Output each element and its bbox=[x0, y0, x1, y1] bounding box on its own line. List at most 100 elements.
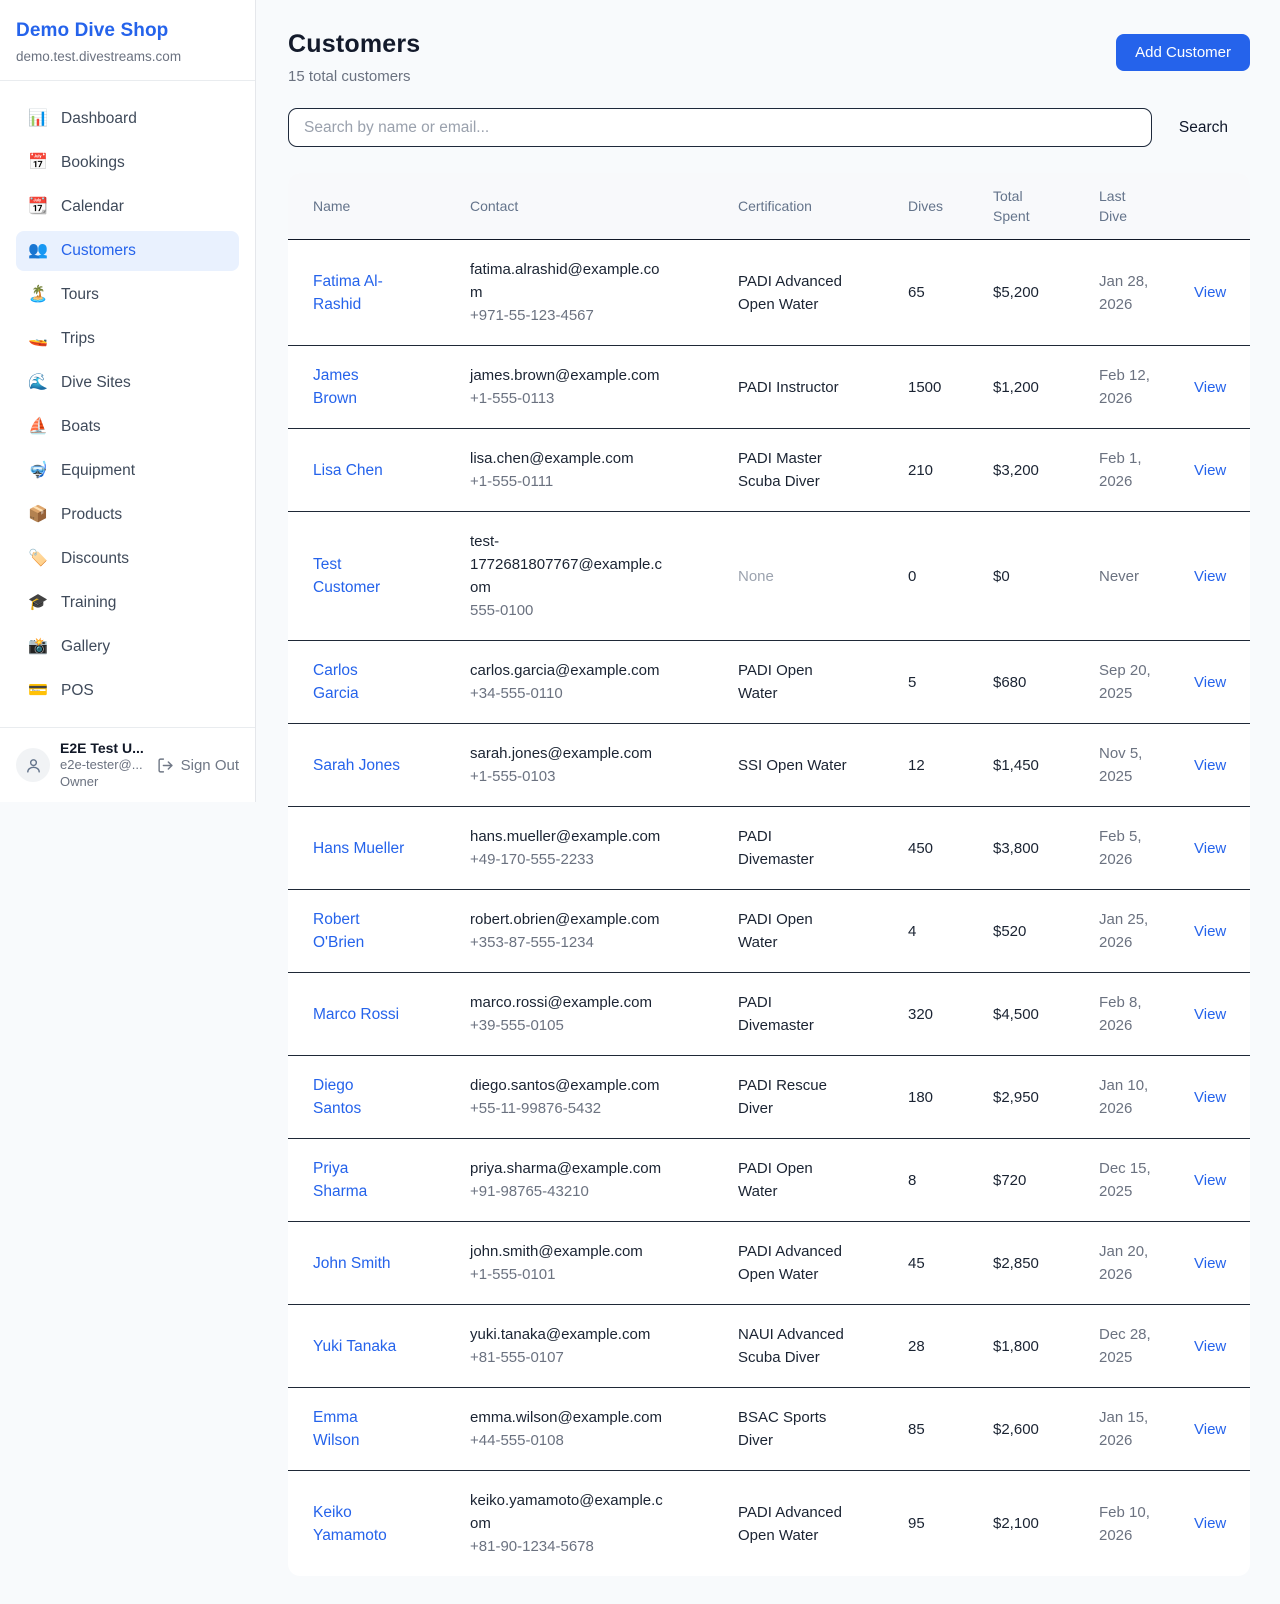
view-link[interactable]: View bbox=[1194, 1089, 1226, 1106]
sidebar-item-discounts[interactable]: 🏷️ Discounts bbox=[16, 539, 239, 579]
view-link[interactable]: View bbox=[1194, 757, 1226, 774]
customer-last-dive: Jan 28, 2026 bbox=[1099, 270, 1163, 316]
customer-phone: +44-555-0108 bbox=[470, 1429, 714, 1452]
sidebar-item-gallery[interactable]: 📸 Gallery bbox=[16, 627, 239, 667]
shop-name: Demo Dive Shop bbox=[16, 20, 239, 42]
sidebar-item-products[interactable]: 📦 Products bbox=[16, 495, 239, 535]
customer-name-link[interactable]: Diego Santos bbox=[313, 1074, 405, 1120]
customer-last-dive: Jan 10, 2026 bbox=[1099, 1074, 1163, 1120]
table-header-row: NameContactCertificationDivesTotal Spent… bbox=[288, 173, 1250, 240]
view-link[interactable]: View bbox=[1194, 568, 1226, 585]
customer-name-link[interactable]: Test Customer bbox=[313, 553, 405, 599]
bookings-icon: 📅 bbox=[28, 153, 48, 173]
view-link[interactable]: View bbox=[1194, 379, 1226, 396]
search-input[interactable] bbox=[288, 108, 1152, 147]
customer-name-link[interactable]: James Brown bbox=[313, 364, 405, 410]
customer-phone: +81-555-0107 bbox=[470, 1346, 714, 1369]
view-link[interactable]: View bbox=[1194, 284, 1226, 301]
customer-certification: PADI Open Water bbox=[738, 908, 850, 954]
customer-email: priya.sharma@example.com bbox=[470, 1157, 670, 1180]
view-link[interactable]: View bbox=[1194, 1338, 1226, 1355]
sidebar-item-label: Bookings bbox=[61, 153, 125, 173]
customer-name-link[interactable]: Lisa Chen bbox=[313, 459, 383, 482]
customer-certification: PADI Open Water bbox=[738, 1157, 850, 1203]
customer-certification: PADI Advanced Open Water bbox=[738, 1240, 850, 1286]
customer-total-spent: $2,600 bbox=[993, 1418, 1075, 1441]
customer-name-link[interactable]: Yuki Tanaka bbox=[313, 1335, 396, 1358]
customer-phone: +55-11-99876-5432 bbox=[470, 1097, 714, 1120]
customer-total-spent: $0 bbox=[993, 565, 1075, 588]
view-link[interactable]: View bbox=[1194, 1421, 1226, 1438]
customer-total-spent: $2,100 bbox=[993, 1512, 1075, 1535]
view-link[interactable]: View bbox=[1194, 1515, 1226, 1532]
customer-dives: 1500 bbox=[908, 376, 969, 399]
customer-email: carlos.garcia@example.com bbox=[470, 659, 670, 682]
customer-last-dive: Jan 15, 2026 bbox=[1099, 1406, 1163, 1452]
customer-dives: 95 bbox=[908, 1512, 969, 1535]
sidebar-item-label: Discounts bbox=[61, 549, 129, 569]
customer-name-link[interactable]: Emma Wilson bbox=[313, 1406, 405, 1452]
dashboard-icon: 📊 bbox=[28, 109, 48, 129]
add-customer-button[interactable]: Add Customer bbox=[1116, 34, 1250, 71]
column-header: Certification bbox=[726, 173, 896, 240]
sidebar-item-label: Dive Sites bbox=[61, 373, 131, 393]
sidebar-item-dive-sites[interactable]: 🌊 Dive Sites bbox=[16, 363, 239, 403]
sidebar-item-boats[interactable]: ⛵ Boats bbox=[16, 407, 239, 447]
customer-email: hans.mueller@example.com bbox=[470, 825, 670, 848]
table-row: Priya Sharma priya.sharma@example.com+91… bbox=[288, 1139, 1250, 1222]
view-link[interactable]: View bbox=[1194, 674, 1226, 691]
customer-last-dive: Feb 10, 2026 bbox=[1099, 1501, 1163, 1547]
page-title: Customers bbox=[288, 30, 420, 59]
sidebar-item-label: Tours bbox=[61, 285, 99, 305]
customer-certification: PADI Rescue Diver bbox=[738, 1074, 850, 1120]
sidebar-item-calendar[interactable]: 📆 Calendar bbox=[16, 187, 239, 227]
view-link[interactable]: View bbox=[1194, 1172, 1226, 1189]
customer-dives: 12 bbox=[908, 754, 969, 777]
customer-name-link[interactable]: Robert O'Brien bbox=[313, 908, 405, 954]
shop-domain: demo.test.divestreams.com bbox=[16, 49, 239, 64]
view-link[interactable]: View bbox=[1194, 1255, 1226, 1272]
customer-last-dive: Nov 5, 2025 bbox=[1099, 742, 1163, 788]
customer-name-link[interactable]: Carlos Garcia bbox=[313, 659, 405, 705]
view-link[interactable]: View bbox=[1194, 462, 1226, 479]
sidebar-item-equipment[interactable]: 🤿 Equipment bbox=[16, 451, 239, 491]
customer-certification: SSI Open Water bbox=[738, 754, 850, 777]
search-button[interactable]: Search bbox=[1179, 119, 1228, 137]
customer-certification: None bbox=[738, 565, 850, 588]
sidebar-item-dashboard[interactable]: 📊 Dashboard bbox=[16, 99, 239, 139]
customer-phone: +1-555-0111 bbox=[470, 470, 714, 493]
sidebar-item-label: Equipment bbox=[61, 461, 135, 481]
customer-name-link[interactable]: Priya Sharma bbox=[313, 1157, 405, 1203]
customer-dives: 28 bbox=[908, 1335, 969, 1358]
sidebar-item-pos[interactable]: 💳 POS bbox=[16, 671, 239, 711]
customer-name-link[interactable]: Fatima Al-Rashid bbox=[313, 270, 405, 316]
customer-name-link[interactable]: Keiko Yamamoto bbox=[313, 1501, 405, 1547]
sidebar-item-tours[interactable]: 🏝️ Tours bbox=[16, 275, 239, 315]
customer-name-link[interactable]: Marco Rossi bbox=[313, 1003, 399, 1026]
table-row: Lisa Chen lisa.chen@example.com+1-555-01… bbox=[288, 429, 1250, 512]
table-row: Sarah Jones sarah.jones@example.com+1-55… bbox=[288, 724, 1250, 807]
sidebar-item-customers[interactable]: 👥 Customers bbox=[16, 231, 239, 271]
view-link[interactable]: View bbox=[1194, 923, 1226, 940]
customer-dives: 4 bbox=[908, 920, 969, 943]
customer-last-dive: Jan 20, 2026 bbox=[1099, 1240, 1163, 1286]
sign-out-button[interactable]: Sign Out bbox=[157, 757, 239, 774]
gallery-icon: 📸 bbox=[28, 637, 48, 657]
sidebar-item-training[interactable]: 🎓 Training bbox=[16, 583, 239, 623]
products-icon: 📦 bbox=[28, 505, 48, 525]
customer-phone: +971-55-123-4567 bbox=[470, 304, 714, 327]
view-link[interactable]: View bbox=[1194, 1006, 1226, 1023]
calendar-icon: 📆 bbox=[28, 197, 48, 217]
view-link[interactable]: View bbox=[1194, 840, 1226, 857]
discounts-icon: 🏷️ bbox=[28, 549, 48, 569]
sidebar-item-trips[interactable]: 🚤 Trips bbox=[16, 319, 239, 359]
customer-name-link[interactable]: Sarah Jones bbox=[313, 754, 400, 777]
customer-phone: +39-555-0105 bbox=[470, 1014, 714, 1037]
customer-email: keiko.yamamoto@example.com bbox=[470, 1489, 670, 1535]
table-row: John Smith john.smith@example.com+1-555-… bbox=[288, 1222, 1250, 1305]
customer-dives: 450 bbox=[908, 837, 969, 860]
customer-name-link[interactable]: John Smith bbox=[313, 1252, 391, 1275]
customer-name-link[interactable]: Hans Mueller bbox=[313, 837, 404, 860]
sidebar-item-bookings[interactable]: 📅 Bookings bbox=[16, 143, 239, 183]
customer-dives: 8 bbox=[908, 1169, 969, 1192]
